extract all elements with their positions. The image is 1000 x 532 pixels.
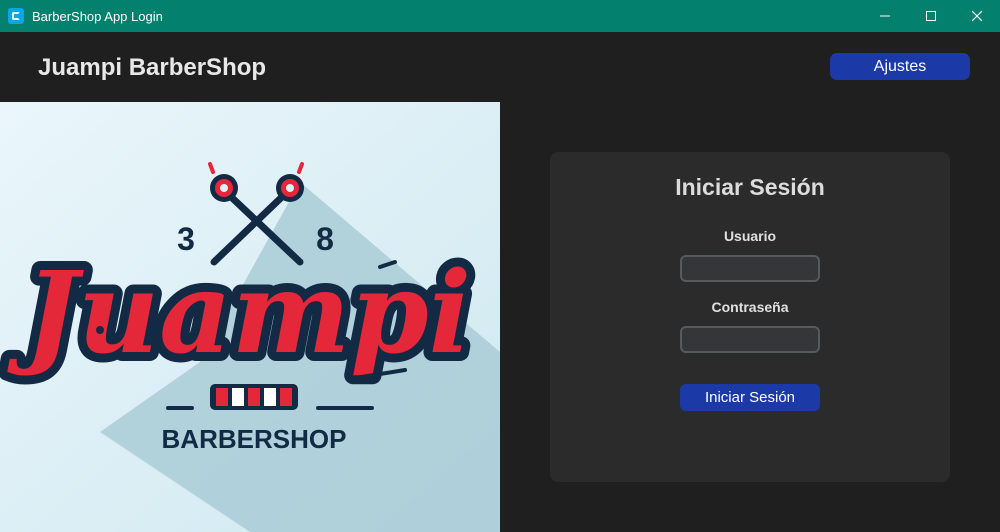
login-card: Iniciar Sesión Usuario Contraseña Inicia… (550, 152, 950, 482)
username-input[interactable] (680, 255, 820, 282)
login-button[interactable]: Iniciar Sesión (680, 384, 820, 411)
close-icon[interactable] (954, 0, 1000, 32)
logo-brand-text: Juampi (7, 248, 471, 379)
username-label: Usuario (723, 228, 777, 244)
password-input[interactable] (680, 326, 820, 353)
password-label: Contraseña (711, 299, 789, 315)
app-icon (8, 8, 24, 24)
login-title: Iniciar Sesión (675, 174, 825, 200)
logo-subtitle: BARBERSHOP (162, 424, 347, 454)
window-titlebar: BarberShop App Login (0, 0, 1000, 32)
maximize-icon[interactable] (908, 0, 954, 32)
app-title: Juampi BarberShop (38, 54, 267, 81)
window-title: BarberShop App Login (32, 8, 163, 24)
logo-image: 3 8 Juampi Juampi BARBERSHOP (0, 102, 500, 532)
barber-stripe-icon (210, 384, 298, 410)
window-controls (862, 0, 1000, 32)
minimize-icon[interactable] (862, 0, 908, 32)
settings-button[interactable]: Ajustes (830, 53, 970, 80)
